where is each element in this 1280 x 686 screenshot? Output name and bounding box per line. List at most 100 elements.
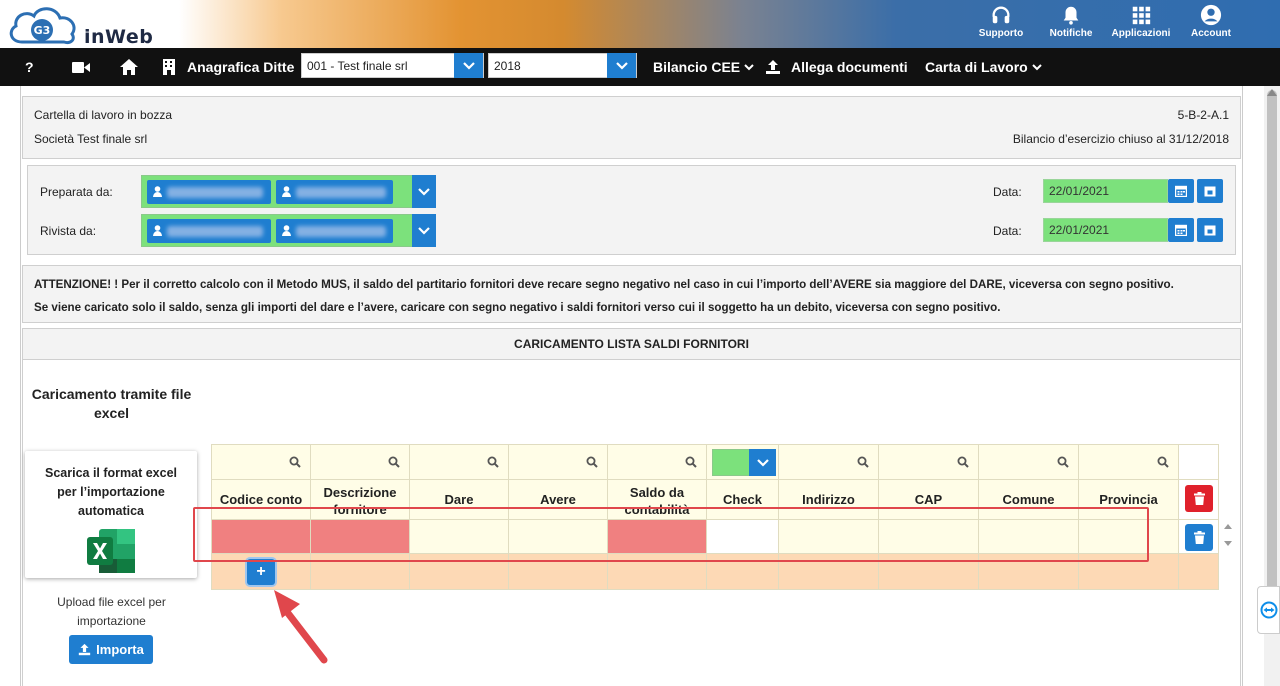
upload-icon (78, 643, 91, 656)
excel-icon (87, 529, 135, 573)
filter-cell[interactable] (509, 445, 608, 480)
header-info-box: Cartella di lavoro in bozza 5-B-2-A.1 So… (22, 96, 1241, 159)
remote-support-tab[interactable] (1257, 586, 1280, 634)
anagrafica-ditte-menu[interactable]: Anagrafica Ditte (163, 48, 294, 86)
download-format-text: Scarica il format excel per l’importazio… (44, 466, 178, 518)
scroll-up-icon[interactable] (1267, 88, 1277, 96)
red-arrow-annotation (274, 590, 328, 664)
prepared-date-value: 22/01/2021 (1049, 184, 1110, 198)
reviewed-by-select[interactable] (141, 214, 436, 247)
chevron-down-icon[interactable] (412, 214, 436, 247)
search-icon (1057, 456, 1069, 468)
company-select[interactable]: 001 - Test finale srl (301, 53, 484, 78)
warning-box: ATTENZIONE! ! Per il corretto calcolo co… (22, 265, 1241, 323)
cloud-logo-icon: G3 (9, 7, 76, 44)
search-icon (1157, 456, 1169, 468)
teamviewer-icon (1260, 601, 1277, 619)
reviewed-date-value: 22/01/2021 (1049, 223, 1110, 237)
top-header: G3 inWeb Supporto Notifiche Applicazioni… (0, 0, 1280, 48)
applications-label: Applicazioni (1111, 28, 1171, 39)
allega-label: Allega documenti (791, 59, 908, 75)
add-row-label: + (256, 563, 266, 580)
grid-icon (1132, 6, 1151, 25)
chevron-down-icon (607, 53, 636, 78)
chevron-down-icon[interactable] (412, 175, 436, 208)
actions-header-cell (1179, 445, 1219, 480)
caret-down-icon (1031, 63, 1042, 70)
building-icon (163, 59, 175, 75)
company-name: Società Test finale srl (34, 132, 148, 146)
home-icon[interactable] (120, 48, 138, 86)
filter-cell[interactable] (879, 445, 979, 480)
check-filter-cell (707, 445, 779, 480)
prepared-by-select[interactable] (141, 175, 436, 208)
filter-cell[interactable] (212, 445, 311, 480)
carta-di-lavoro-menu[interactable]: Carta di Lavoro (925, 48, 1042, 86)
user-chip[interactable] (147, 180, 271, 204)
warning-line-2: Se viene caricato solo il saldo, senza g… (34, 301, 1001, 314)
account-menu[interactable]: Account (1176, 3, 1246, 39)
filter-cell[interactable] (979, 445, 1079, 480)
search-icon (388, 456, 400, 468)
reviewed-label: Rivista da: (40, 224, 97, 238)
video-icon[interactable] (72, 48, 90, 86)
upload-icon (766, 60, 780, 74)
search-icon (487, 456, 499, 468)
signatures-box: Preparata da: Data: 22/01/2021 Rivista d… (27, 165, 1236, 255)
import-button-label: Importa (96, 642, 144, 657)
notifications-menu[interactable]: Notifiche (1036, 3, 1106, 39)
trash-icon (1193, 492, 1205, 505)
filter-cell[interactable] (1079, 445, 1179, 480)
filter-cell[interactable] (779, 445, 879, 480)
filter-cell[interactable] (608, 445, 707, 480)
warning-line-1: ATTENZIONE! ! Per il corretto calcolo co… (34, 278, 1174, 291)
user-chip[interactable] (147, 219, 271, 243)
filter-cell[interactable] (311, 445, 410, 480)
filter-cell[interactable] (410, 445, 509, 480)
calendar-icon[interactable] (1168, 179, 1194, 203)
user-icon (1200, 4, 1222, 26)
delete-all-cell (1179, 480, 1219, 520)
search-icon (957, 456, 969, 468)
allega-documenti-menu[interactable]: Allega documenti (765, 48, 908, 86)
prepared-label: Preparata da: (40, 185, 113, 199)
applications-menu[interactable]: Applicazioni (1106, 3, 1176, 39)
calendar-icon[interactable] (1168, 218, 1194, 242)
upload-excel-text: Upload file excel per importazione (57, 595, 166, 628)
scrollbar-thumb[interactable] (1267, 90, 1277, 610)
bilancio-cee-menu[interactable]: Bilancio CEE (653, 48, 754, 86)
grid-scroll-arrows-icon[interactable] (1224, 524, 1232, 546)
user-chip[interactable] (276, 219, 393, 243)
delete-row-button[interactable] (1185, 524, 1213, 551)
main-navbar: ? Anagrafica Ditte 001 - Test finale srl… (0, 48, 1280, 86)
user-chip[interactable] (276, 180, 393, 204)
reviewed-date-field[interactable]: 22/01/2021 (1043, 218, 1168, 242)
check-filter-select[interactable] (712, 449, 776, 476)
delete-all-button[interactable] (1185, 485, 1213, 512)
search-icon (857, 456, 869, 468)
user-icon (282, 225, 291, 236)
sheet-code: 5-B-2-A.1 (1177, 108, 1229, 122)
import-button[interactable]: Importa (69, 635, 153, 664)
footer-cell (1179, 554, 1219, 590)
year-select[interactable]: 2018 (488, 53, 637, 78)
download-format-card[interactable]: Scarica il format excel per l’importazio… (25, 451, 197, 578)
app-logo[interactable]: G3 inWeb (6, 4, 153, 48)
trash-icon (1193, 531, 1205, 544)
user-icon (153, 186, 162, 197)
calendar-today-icon[interactable] (1197, 179, 1223, 203)
logo-text: inWeb (84, 26, 154, 48)
add-row-button[interactable]: + (247, 559, 275, 585)
search-icon (685, 456, 697, 468)
help-button[interactable]: ? (25, 48, 34, 86)
svg-text:G3: G3 (34, 24, 51, 37)
calendar-today-icon[interactable] (1197, 218, 1223, 242)
bell-icon (1063, 6, 1079, 25)
caret-down-icon (744, 63, 754, 70)
company-select-value: 001 - Test finale srl (307, 58, 408, 73)
search-icon (289, 456, 301, 468)
prepared-date-field[interactable]: 22/01/2021 (1043, 179, 1168, 203)
folder-status: Cartella di lavoro in bozza (34, 108, 173, 122)
headset-icon (992, 6, 1010, 24)
support-menu[interactable]: Supporto (966, 3, 1036, 39)
